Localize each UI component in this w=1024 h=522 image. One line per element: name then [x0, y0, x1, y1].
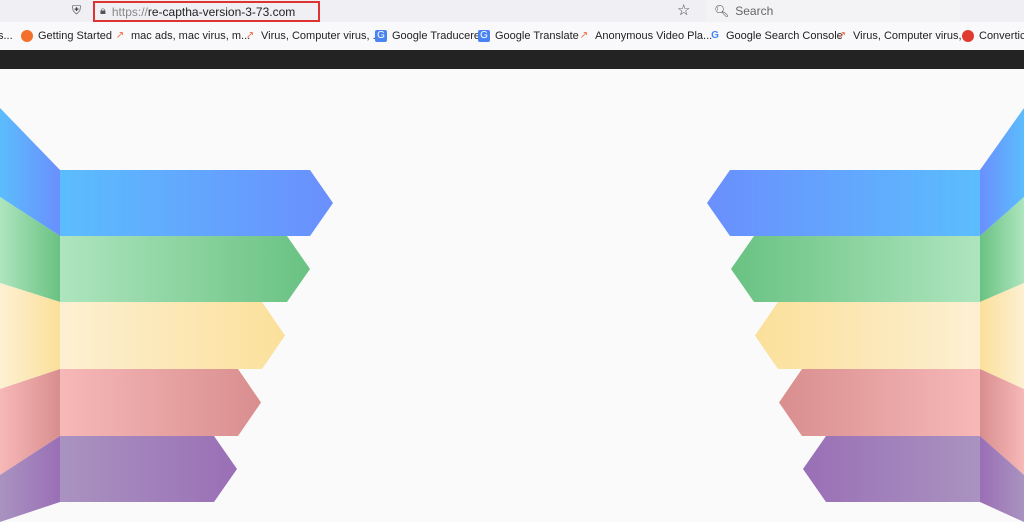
page-header-bar: [0, 50, 1024, 69]
right-arrow-green: [731, 236, 980, 302]
bookmark-label: Google Traducere: [392, 30, 481, 42]
right-arrow-blue: [707, 170, 980, 236]
bookmark-item[interactable]: Getting Started: [21, 22, 112, 50]
trend-icon: ↗: [115, 30, 125, 41]
right-arrow-red: [779, 369, 980, 436]
left-arrow-red: [60, 369, 261, 436]
bookmark-item[interactable]: ↗ Virus, Computer virus, ...: [836, 22, 974, 50]
search-input[interactable]: 🔍︎ Search: [706, 0, 960, 22]
google-translate-icon: G: [375, 30, 387, 42]
bookmark-star-icon[interactable]: ☆: [677, 1, 690, 19]
bookmark-label: Virus, Computer virus, ...: [853, 30, 974, 42]
bookmark-item[interactable]: ↗ Anonymous Video Pla...: [578, 22, 712, 50]
bookmark-label: Getting Started: [38, 30, 112, 42]
url-host: re-captha-version-3-73.com: [147, 4, 296, 19]
firefox-icon: [21, 30, 33, 42]
bookmark-item[interactable]: G Google Search Console: [709, 22, 843, 50]
google-icon: G: [711, 30, 719, 41]
shield-icon[interactable]: ⛨: [72, 3, 84, 17]
bookmark-label: Anonymous Video Pla...: [595, 30, 713, 42]
url-scheme: https://: [111, 4, 148, 19]
bookmark-label: mac ads, mac virus, m...: [131, 30, 251, 42]
ribbon-graphic: [0, 108, 1024, 522]
google-translate-icon: G: [478, 30, 490, 42]
trend-icon: ↗: [245, 30, 255, 41]
bookmarks-toolbar: s... Getting Started ↗ mac ads, mac virus…: [0, 22, 1024, 50]
bookmark-item[interactable]: ↗ Virus, Computer virus, ...: [244, 22, 382, 50]
left-arrow-yellow: [60, 302, 285, 369]
bookmark-item[interactable]: s...: [0, 22, 13, 50]
bookmark-item[interactable]: ↗ mac ads, mac virus, m...: [114, 22, 250, 50]
bookmark-label: s...: [0, 30, 13, 42]
lock-icon[interactable]: 🔒︎: [100, 5, 106, 18]
bookmark-label: Google Translate: [495, 30, 579, 42]
left-arrow-blue: [60, 170, 333, 236]
bookmark-label: Google Search Console: [726, 30, 843, 42]
bookmark-item[interactable]: G Google Translate: [478, 22, 579, 50]
right-arrow-purple: [803, 436, 980, 502]
trend-icon: ↗: [579, 30, 589, 41]
bookmark-item[interactable]: Convertic: [962, 22, 1024, 50]
bookmark-label: Virus, Computer virus, ...: [261, 30, 382, 42]
search-placeholder: Search: [735, 4, 774, 18]
right-arrow-yellow: [755, 302, 980, 369]
bookmark-item[interactable]: G Google Traducere: [375, 22, 480, 50]
bookmark-label: Convertic: [979, 30, 1024, 42]
left-arrow-purple: [60, 436, 237, 502]
search-icon: 🔍︎: [714, 4, 730, 18]
left-arrow-green: [60, 236, 310, 302]
address-field[interactable]: 🔒︎ https:// re-captha-version-3-73.com: [93, 1, 320, 22]
convert-icon: [962, 30, 974, 42]
page-content: [0, 69, 1024, 522]
trend-icon: ↗: [837, 30, 847, 41]
